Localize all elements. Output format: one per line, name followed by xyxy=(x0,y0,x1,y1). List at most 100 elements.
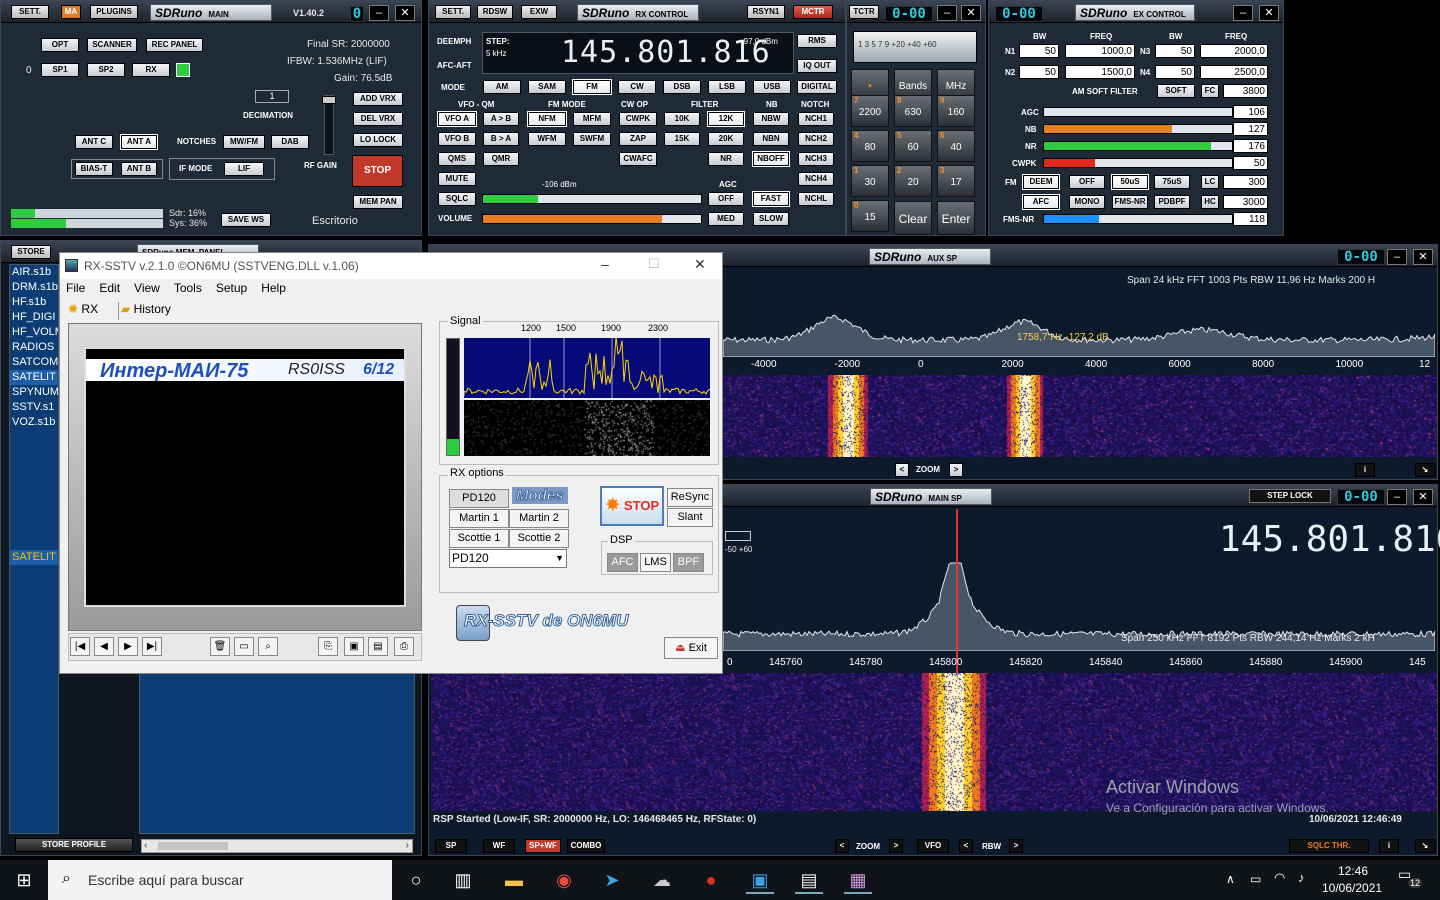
store-item[interactable]: RADIOS xyxy=(10,340,58,355)
chrome-icon[interactable]: ◉ xyxy=(550,866,578,894)
timeline-icon[interactable]: ▥ xyxy=(449,866,477,894)
mem-scrollbar[interactable]: ‹ › xyxy=(141,839,413,853)
deem-button[interactable]: DEEM xyxy=(1022,174,1060,190)
aux-zoom-in-button[interactable]: > xyxy=(949,463,963,477)
n4-bw-field[interactable]: 50 xyxy=(1155,65,1195,79)
mfm-button[interactable]: MFM xyxy=(573,112,611,126)
weather-app-icon[interactable]: ☁ xyxy=(648,866,676,894)
sdruno-taskbar-icon[interactable]: ▣ xyxy=(746,866,774,894)
store-item[interactable]: DRM.s1b xyxy=(10,280,58,295)
deem-75us-button[interactable]: 75uS xyxy=(1154,175,1190,189)
mode-button-dsb[interactable]: DSB xyxy=(663,80,701,94)
keypad-key-8[interactable]: 8 630 xyxy=(894,95,932,127)
nb-ex-slider[interactable] xyxy=(1043,124,1233,134)
sstv-menu-edit[interactable]: Edit xyxy=(99,281,120,295)
swfm-button[interactable]: SWFM xyxy=(573,132,611,146)
bpf-button[interactable]: BPF xyxy=(673,553,704,572)
nr-button[interactable]: NR xyxy=(708,152,744,166)
notification-icon[interactable]: ▭ 12 xyxy=(1398,866,1424,894)
agc-off-button[interactable]: OFF xyxy=(708,192,744,206)
slant-button[interactable]: Slant xyxy=(667,508,713,527)
scanner-button[interactable]: SCANNER xyxy=(87,38,137,52)
lif-button[interactable]: LIF xyxy=(224,162,264,176)
vfo-b-button[interactable]: VFO B xyxy=(438,132,476,146)
aux-minimize-button[interactable]: – xyxy=(1387,249,1407,265)
scroll-right-icon[interactable]: › xyxy=(406,840,409,851)
last-image-button[interactable]: ▶| xyxy=(142,637,162,656)
nch1-button[interactable]: NCH1 xyxy=(798,112,834,126)
file-explorer-icon[interactable]: ▬ xyxy=(500,866,528,894)
nb-ex-value[interactable]: 127 xyxy=(1233,122,1268,136)
print-icon[interactable]: ⎙ xyxy=(394,637,414,656)
n1-bw-field[interactable]: 50 xyxy=(1019,44,1059,58)
mute-button[interactable]: MUTE xyxy=(438,172,476,186)
add-vrx-button[interactable]: ADD VRX xyxy=(353,92,403,106)
keypad-key-1[interactable]: 1 30 xyxy=(851,165,889,197)
sstv-maximize-button[interactable]: ☐ xyxy=(648,256,660,272)
fms-nr-value[interactable]: 118 xyxy=(1233,212,1268,226)
nchl-button[interactable]: NCHL xyxy=(798,192,834,206)
cwpk-button[interactable]: CWPK xyxy=(619,112,657,126)
rsyn1-button[interactable]: RSYN1 xyxy=(747,5,785,19)
digital-button[interactable]: DIGITAL xyxy=(797,80,837,94)
zap-button[interactable]: ZAP xyxy=(619,132,657,146)
clock-time[interactable]: 12:46 xyxy=(1338,864,1368,878)
close-button[interactable]: ✕ xyxy=(395,5,415,21)
ant-c-button[interactable]: ANT C xyxy=(75,135,113,149)
iq-out-button[interactable]: IQ OUT xyxy=(797,59,837,73)
main-sp-frequency[interactable]: 145.801.816 xyxy=(1219,519,1440,560)
rx-tab[interactable]: ✺ RX xyxy=(68,302,98,320)
filter-20k-button[interactable]: 20K xyxy=(708,132,744,146)
dab-button[interactable]: DAB xyxy=(271,135,309,149)
nch3-button[interactable]: NCH3 xyxy=(798,152,834,166)
sp2-button[interactable]: SP2 xyxy=(87,63,125,77)
step-lock-button[interactable]: STEP LOCK xyxy=(1249,489,1331,503)
cwafc-button[interactable]: CWAFC xyxy=(619,152,657,166)
rx-close-button[interactable]: ✕ xyxy=(961,5,981,21)
nboff-button[interactable]: NBOFF xyxy=(752,151,790,167)
opt-button[interactable]: OPT xyxy=(41,38,79,52)
n1-freq-field[interactable]: 1000,0 xyxy=(1065,44,1135,58)
nr-ex-value[interactable]: 176 xyxy=(1233,139,1268,153)
bias-t-button[interactable]: BIAS-T xyxy=(75,162,113,176)
cwpk-ex-slider[interactable] xyxy=(1043,158,1233,168)
store-item[interactable]: SSTV.s1 xyxy=(10,400,58,415)
nch2-button[interactable]: NCH2 xyxy=(798,132,834,146)
ant-b-button[interactable]: ANT B xyxy=(121,162,157,176)
history-tab[interactable]: ▰ History xyxy=(118,302,171,320)
sstv-menu-file[interactable]: File xyxy=(66,281,85,295)
zoom-icon[interactable]: ⌕ xyxy=(258,637,278,656)
search-box[interactable]: ⌕ Escribe aquí para buscar xyxy=(48,860,392,900)
vfo-frequency[interactable]: 145.801.816 xyxy=(561,35,771,70)
volume-slider[interactable] xyxy=(482,214,702,224)
filter-10k-button[interactable]: 10K xyxy=(664,112,700,126)
sstv-menu-tools[interactable]: Tools xyxy=(174,281,202,295)
wf-button[interactable]: WF xyxy=(483,839,515,853)
exw-button[interactable]: EXW xyxy=(521,5,557,19)
ex-close-button[interactable]: ✕ xyxy=(1259,5,1279,21)
main-resize-icon[interactable]: ↘ xyxy=(1415,839,1435,853)
save-icon[interactable]: ▣ xyxy=(344,637,364,656)
agc-ex-slider[interactable] xyxy=(1043,107,1233,117)
nbw-button[interactable]: NBW xyxy=(753,112,789,126)
enter-button[interactable]: Enter xyxy=(937,201,975,235)
tray-chevron-icon[interactable]: ∧ xyxy=(1226,872,1235,886)
tctr-button[interactable]: TCTR xyxy=(849,5,879,19)
keypad-key-7[interactable]: 7 2200 xyxy=(851,95,889,127)
filter-12k-button[interactable]: 12K xyxy=(707,111,745,127)
plugins-button[interactable]: PLUGINS xyxy=(90,5,138,19)
scottie2-button[interactable]: Scottie 2 xyxy=(509,529,569,548)
start-button[interactable]: ⊞ xyxy=(0,860,48,900)
sstv-close-button[interactable]: ✕ xyxy=(694,256,706,273)
zoom-out-button[interactable]: < xyxy=(835,839,849,853)
prev-image-button[interactable]: ◀ xyxy=(94,637,114,656)
aux-info-button[interactable]: i xyxy=(1355,463,1375,477)
sp1-button[interactable]: SP1 xyxy=(41,63,79,77)
soft-button[interactable]: SOFT xyxy=(1157,84,1195,98)
keypad-key-5[interactable]: 5 60 xyxy=(894,130,932,162)
n4-freq-field[interactable]: 2500,0 xyxy=(1200,65,1268,79)
keypad-key-6[interactable]: 6 40 xyxy=(937,130,975,162)
nr-ex-slider[interactable] xyxy=(1043,141,1233,151)
mode-button-am[interactable]: AM xyxy=(483,80,521,94)
store-item[interactable]: AIR.s1b xyxy=(10,265,58,280)
